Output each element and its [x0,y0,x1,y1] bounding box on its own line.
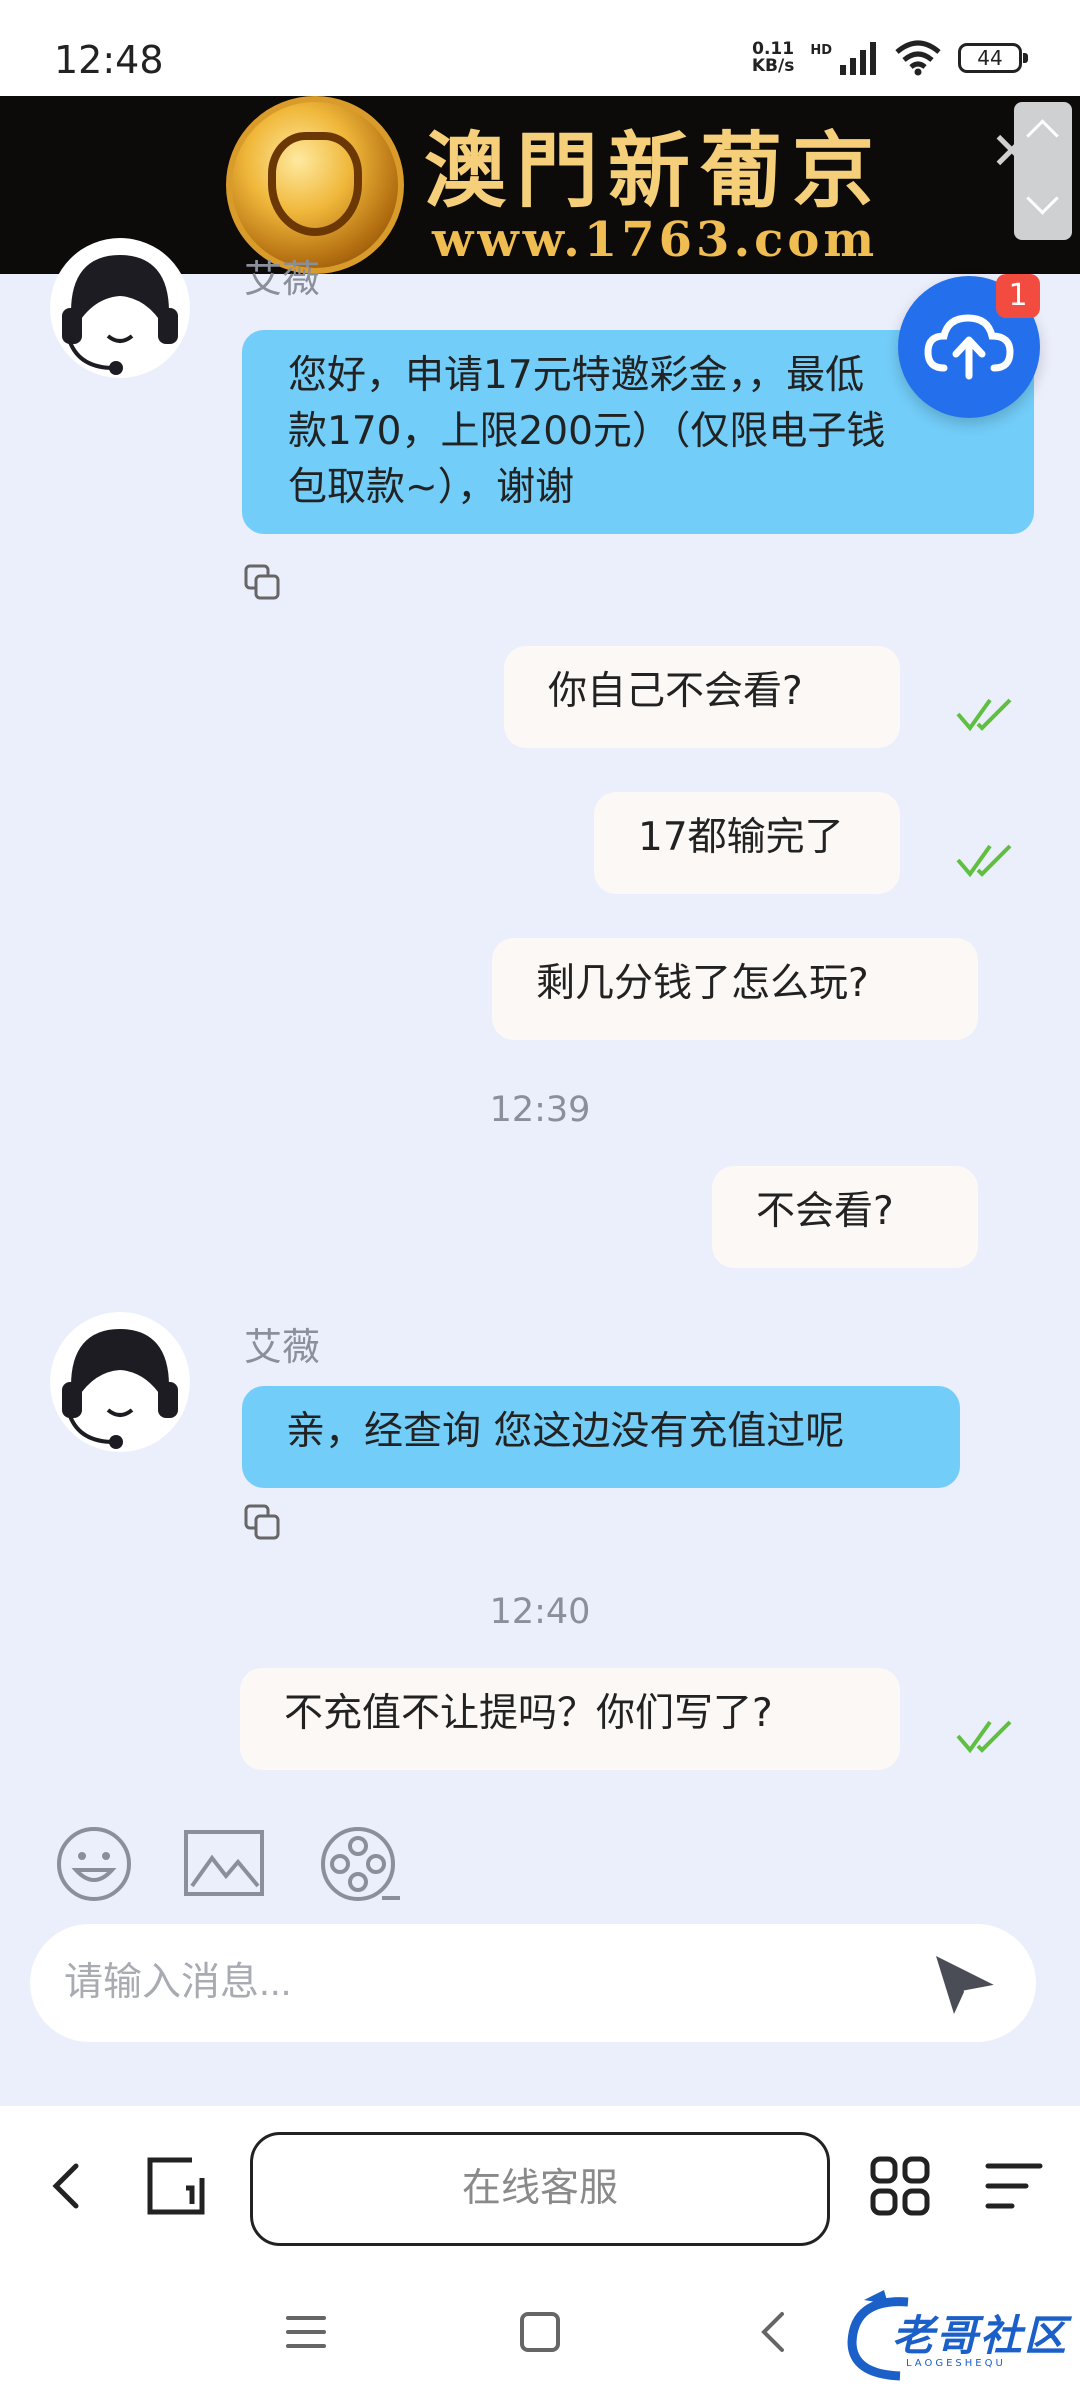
message-input[interactable] [64,1948,924,2018]
scroll-handle[interactable] [1014,102,1072,240]
watermark-logo: 老哥社区 LAOGESHEQU [838,2288,1070,2388]
system-navigation: 老哥社区 LAOGESHEQU [0,2266,1080,2400]
headset-agent-icon [52,1314,188,1450]
recent-apps-icon[interactable] [280,2306,332,2358]
copy-icon[interactable] [242,1502,282,1542]
message-timestamp: 12:40 [489,1592,591,1632]
network-speed: 0.11 KB/s [751,39,795,76]
back-nav-icon[interactable] [748,2306,800,2358]
signal-icon [840,42,876,75]
outgoing-message[interactable]: 不会看? [712,1166,978,1268]
headset-agent-icon [52,240,188,376]
menu-icon[interactable] [982,2154,1046,2218]
status-bar: 12:48 0.11 KB/s HD 44 [0,0,1080,96]
hd-indicator: HD [810,42,832,58]
incoming-message[interactable]: 亲，经查询 您这边没有充值过呢 [242,1386,960,1488]
read-check-icon [956,698,1012,732]
browser-toolbar: 在线客服 [0,2106,1080,2266]
home-icon[interactable] [514,2306,566,2358]
chat-area: 艾薇 您好，申请17元特邀彩金，，最低 款170，上限200元）（仅限电子钱 包… [0,238,1080,2106]
message-input-container[interactable] [30,1924,1036,2042]
wifi-icon [895,40,941,76]
agent-avatar[interactable] [50,1312,190,1452]
outgoing-message[interactable]: 你自己不会看? [504,646,900,748]
page-title-bar[interactable]: 在线客服 [250,2132,830,2246]
sender-name: 艾薇 [244,1325,321,1369]
grid-menu-icon[interactable] [868,2154,932,2218]
send-icon[interactable] [932,1952,1000,2018]
outgoing-message[interactable]: 17都输完了 [594,792,900,894]
image-icon[interactable] [182,1824,266,1904]
ad-banner[interactable]: 澳門新葡京 www.1763.com ✕ [0,96,1080,274]
battery-icon: 44 [958,43,1028,73]
agent-avatar[interactable] [50,238,190,378]
status-indicators: 0.11 KB/s HD 44 [751,39,1028,76]
emoji-icon[interactable] [52,1824,136,1904]
outgoing-message[interactable]: 剩几分钱了怎么玩? [492,938,978,1040]
back-icon[interactable] [38,2154,102,2218]
read-check-icon [956,844,1012,878]
copy-icon[interactable] [242,562,282,602]
outgoing-message[interactable]: 不充值不让提吗？你们写了? [240,1668,900,1770]
ad-title: 澳門新葡京 [424,123,885,219]
sender-name: 艾薇 [244,257,321,301]
ad-url: www.1763.com [432,212,879,268]
video-icon[interactable] [316,1824,400,1904]
read-check-icon [956,1720,1012,1754]
status-time: 12:48 [54,38,164,82]
upload-badge: 1 [996,274,1040,318]
message-timestamp: 12:39 [489,1090,591,1130]
window-icon[interactable] [144,2154,208,2218]
